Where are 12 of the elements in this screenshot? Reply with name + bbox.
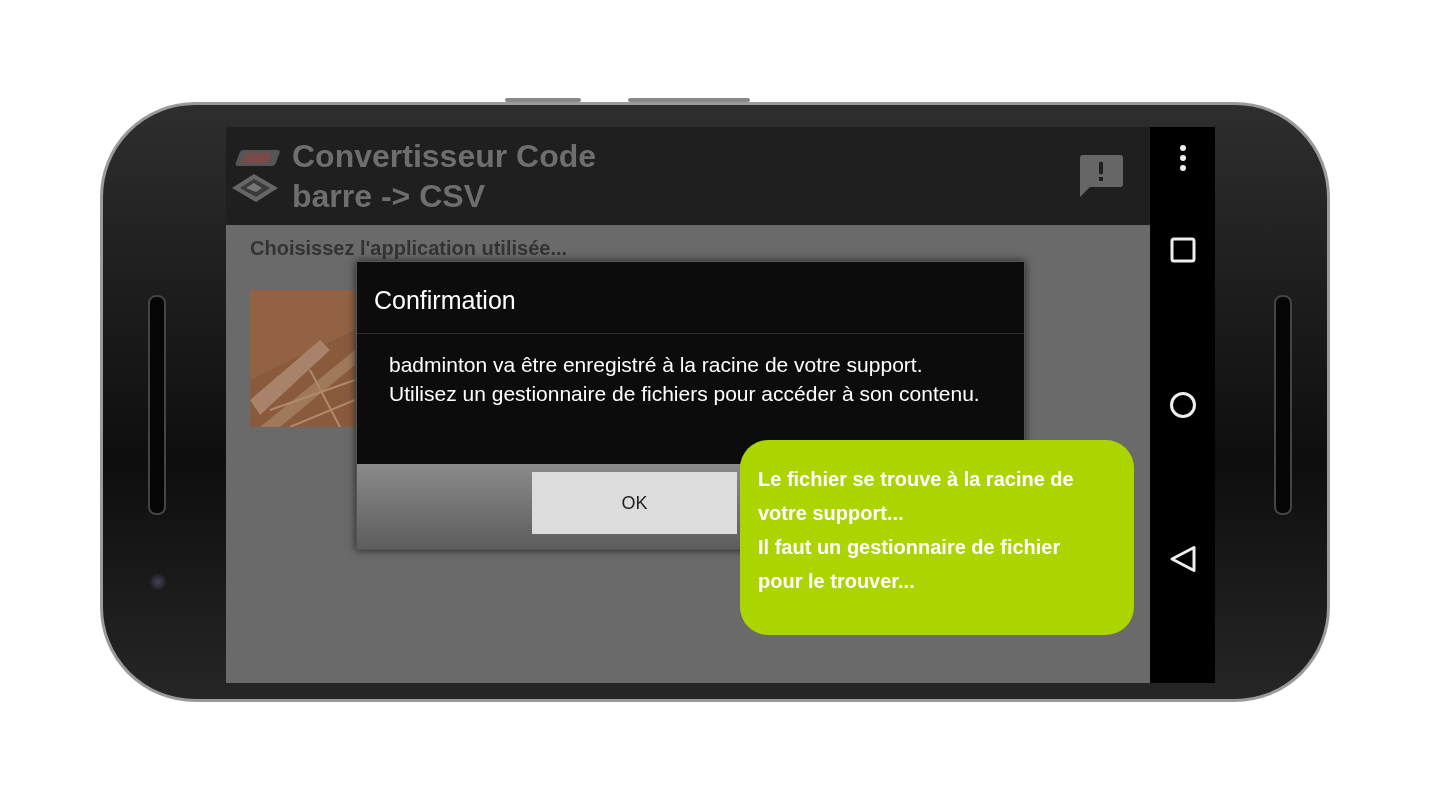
prompt-text: Choisissez l'application utilisée... bbox=[250, 237, 569, 260]
app-title: Convertisseur Code barre -> CSV bbox=[292, 137, 598, 216]
dialog-title: Confirmation bbox=[357, 262, 1024, 334]
dialog-message: badminton va être enregistré à la racine de votre support. Utilisez un gestionnaire de fichiers pour accéder à son contenu. bbox=[388, 352, 981, 407]
recents-icon[interactable] bbox=[1168, 236, 1197, 264]
back-icon[interactable] bbox=[1168, 545, 1197, 573]
camera-lens bbox=[150, 574, 166, 590]
callout-text: Il faut un gestionnaire de fichier pour le trouver... bbox=[758, 535, 1062, 594]
ok-button[interactable]: OK bbox=[532, 472, 737, 534]
feedback-icon[interactable] bbox=[1078, 153, 1124, 199]
callout-text: Le fichier se trouve à la racine de votre support... bbox=[758, 467, 1075, 526]
home-icon[interactable] bbox=[1168, 391, 1197, 419]
